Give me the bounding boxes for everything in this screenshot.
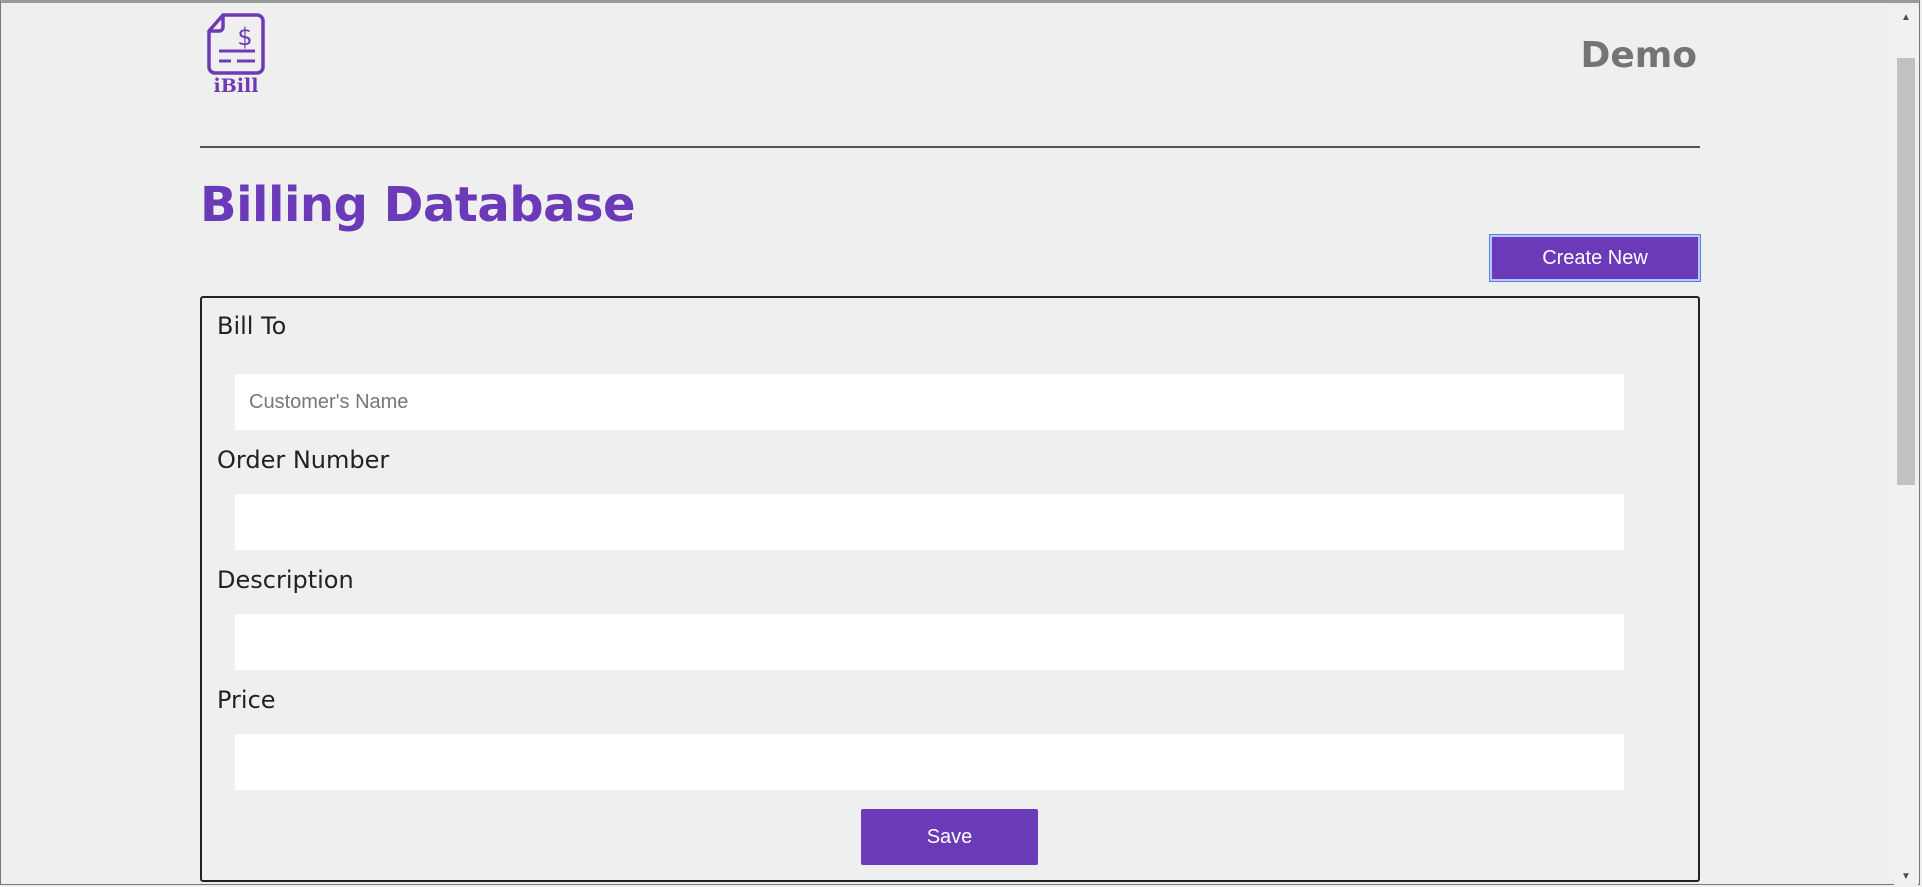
create-new-button[interactable]: Create New — [1490, 235, 1700, 281]
scroll-up-arrow-icon[interactable]: ▲ — [1894, 8, 1918, 26]
scroll-thumb[interactable] — [1897, 58, 1915, 485]
order-number-input[interactable] — [235, 494, 1624, 550]
price-input[interactable] — [235, 734, 1624, 790]
page-title: Billing Database — [200, 177, 636, 233]
svg-text:$: $ — [237, 23, 252, 51]
save-button[interactable]: Save — [861, 809, 1038, 865]
invoice-dollar-icon: $ — [207, 13, 265, 75]
vertical-scrollbar[interactable]: ▲ ▼ — [1894, 6, 1918, 887]
scroll-down-arrow-icon[interactable]: ▼ — [1894, 867, 1918, 885]
ibill-logo[interactable]: $ iBill — [200, 11, 272, 107]
header-divider — [200, 146, 1700, 148]
description-label: Description — [217, 566, 354, 594]
order-number-label: Order Number — [217, 446, 390, 474]
user-name: Demo — [1580, 35, 1697, 76]
bill-to-label: Bill To — [217, 312, 287, 340]
description-input[interactable] — [235, 614, 1624, 670]
logo-text: iBill — [213, 75, 259, 97]
app-window: $ iBill Demo Billing Database Create New… — [0, 0, 1920, 887]
bill-form: Bill To Order Number Description Price S… — [200, 296, 1700, 882]
bill-to-input[interactable] — [235, 374, 1624, 430]
price-label: Price — [217, 686, 276, 714]
